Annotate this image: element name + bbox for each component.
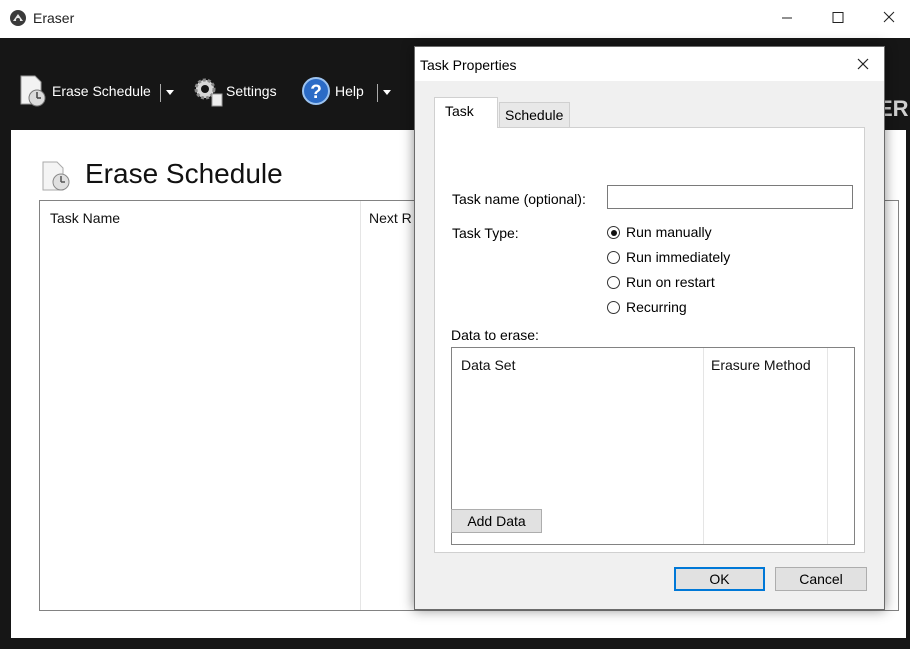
task-name-label: Task name (optional): (452, 191, 586, 207)
toolbar-separator (377, 84, 378, 102)
toolbar-separator (160, 84, 161, 102)
frame-left (0, 130, 11, 638)
help-button[interactable]: ? Help (301, 74, 371, 108)
settings-button[interactable]: Settings (192, 74, 282, 108)
tab-task[interactable]: Task (434, 97, 498, 128)
dialog-titlebar: Task Properties (415, 47, 884, 81)
task-properties-dialog: Task Properties Task Schedule Task name … (414, 46, 885, 610)
window-titlebar: Eraser (0, 0, 910, 38)
column-header-erasure-method[interactable]: Erasure Method (711, 357, 811, 373)
radio-button[interactable] (607, 276, 620, 289)
radio-label: Run immediately (626, 249, 731, 265)
maximize-icon[interactable] (815, 4, 861, 32)
radio-button[interactable] (607, 301, 620, 314)
eraser-app-icon (10, 10, 26, 26)
ok-button[interactable]: OK (674, 567, 765, 591)
close-icon[interactable] (866, 4, 910, 32)
help-dropdown-icon[interactable] (383, 90, 391, 95)
tab-task-label: Task (445, 103, 474, 119)
column-header-task-name[interactable]: Task Name (50, 210, 120, 226)
close-icon[interactable] (845, 49, 881, 79)
frame-right (906, 130, 910, 638)
task-name-input[interactable] (607, 185, 853, 209)
radio-label: Run manually (626, 224, 712, 240)
radio-label: Run on restart (626, 274, 715, 290)
erase-schedule-label: Erase Schedule (52, 83, 151, 99)
dialog-title: Task Properties (420, 57, 517, 73)
radio-button[interactable] (607, 251, 620, 264)
task-tab-panel: Task name (optional): Task Type: Run man… (434, 127, 865, 553)
tab-schedule[interactable]: Schedule (499, 102, 570, 129)
column-header-next-run[interactable]: Next R (369, 210, 412, 226)
page-title: Erase Schedule (85, 158, 283, 189)
task-type-label: Task Type: (452, 225, 519, 241)
schedule-icon (42, 161, 70, 191)
schedule-icon (20, 75, 46, 107)
data-to-erase-label: Data to erase: (451, 327, 539, 343)
help-label: Help (335, 83, 364, 99)
svg-text:?: ? (310, 82, 322, 103)
radio-label: Recurring (626, 299, 687, 315)
column-divider[interactable] (703, 348, 704, 544)
add-data-button[interactable]: Add Data (451, 509, 542, 533)
frame-bottom (0, 638, 910, 649)
tab-schedule-label: Schedule (505, 107, 564, 123)
erase-schedule-dropdown-icon[interactable] (166, 90, 174, 95)
column-divider[interactable] (360, 201, 361, 610)
cancel-button[interactable]: Cancel (775, 567, 867, 591)
radio-button[interactable] (607, 226, 620, 239)
erase-schedule-button[interactable]: Erase Schedule (18, 74, 154, 108)
gear-icon (194, 78, 223, 107)
column-header-data-set[interactable]: Data Set (461, 357, 515, 373)
minimize-icon[interactable] (764, 4, 810, 32)
settings-label: Settings (226, 83, 277, 99)
window-title: Eraser (33, 10, 75, 26)
column-divider[interactable] (827, 348, 828, 544)
help-icon: ? (302, 77, 330, 105)
